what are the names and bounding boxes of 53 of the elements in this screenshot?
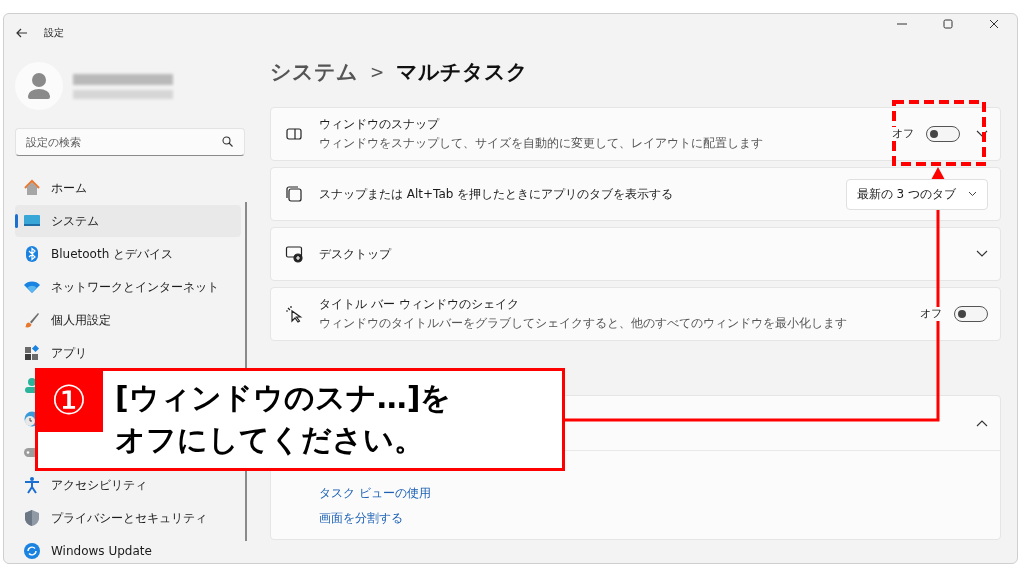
setting-title: タイトル バー ウィンドウのシェイク bbox=[319, 296, 520, 313]
cursor-shake-icon bbox=[285, 305, 303, 323]
setting-title: スナップまたは Alt+Tab を押したときにアプリのタブを表示する bbox=[319, 185, 675, 203]
instruction-text: [ウィンドウのスナ…]を オフにしてください。 bbox=[114, 379, 452, 459]
step-number: ① bbox=[35, 368, 103, 432]
setting-card[interactable]: タイトル バー ウィンドウのシェイク ウィンドウのタイトルバーをグラブしてシェイクすると、他のすべてのウィンドウを最小化します オフ bbox=[270, 287, 1001, 341]
toggle-state-label: オフ bbox=[918, 307, 944, 321]
setting-description: ウィンドウのタイトルバーをグラブしてシェイクすると、他のすべてのウィンドウを最小化します bbox=[319, 315, 848, 332]
dropdown[interactable]: 最新の 3 つのタブ bbox=[845, 178, 988, 210]
setting-card[interactable]: ウィンドウのスナップ ウィンドウをスナップして、サイズを自動的に変更して、レイアウトに配置します オフ bbox=[270, 107, 1001, 161]
toggle-switch[interactable] bbox=[926, 126, 960, 142]
nav-item[interactable]: Windows Update bbox=[15, 535, 241, 567]
search-field[interactable]: 設定の検索 bbox=[15, 128, 245, 156]
nav-item[interactable]: プライバシーとセキュリティ bbox=[15, 502, 241, 534]
nav-item[interactable]: ネットワークとインターネット bbox=[15, 271, 241, 303]
search-icon bbox=[222, 136, 233, 147]
nav-item[interactable]: システム bbox=[15, 205, 241, 237]
accessibility-icon bbox=[23, 476, 41, 494]
bluetooth-icon bbox=[23, 245, 41, 263]
maximize-icon[interactable] bbox=[943, 19, 953, 29]
sync-icon bbox=[23, 542, 41, 560]
avatar-icon bbox=[15, 62, 63, 110]
setting-card[interactable]: スナップまたは Alt+Tab を押したときにアプリのタブを表示する 最新の 3 つのタブ bbox=[270, 167, 1001, 221]
setting-card[interactable]: デスクトップ bbox=[270, 227, 1001, 281]
brush-icon bbox=[23, 311, 41, 329]
apps-icon bbox=[23, 344, 41, 362]
nav-item[interactable]: 個人用設定 bbox=[15, 304, 241, 336]
nav-item[interactable]: アプリ bbox=[15, 337, 241, 369]
snap-layout-icon bbox=[285, 125, 303, 143]
shield-icon bbox=[23, 509, 41, 527]
window-title: 設定 bbox=[44, 26, 64, 40]
stacked-windows-icon bbox=[285, 185, 303, 203]
chevron-down-icon[interactable] bbox=[976, 250, 988, 258]
nav-item[interactable]: Bluetooth とデバイス bbox=[15, 238, 241, 270]
chevron-up-icon[interactable] bbox=[976, 419, 988, 427]
chevron-down-icon bbox=[968, 191, 977, 197]
breadcrumb-separator: > bbox=[370, 62, 385, 82]
desktop-add-icon bbox=[285, 245, 303, 263]
chevron-down-icon[interactable] bbox=[976, 130, 988, 138]
house-icon bbox=[23, 179, 41, 197]
page-title: マルチタスク bbox=[396, 59, 529, 86]
close-icon[interactable] bbox=[989, 19, 999, 29]
toggle-switch[interactable] bbox=[954, 306, 988, 322]
setting-title: ウィンドウのスナップ bbox=[319, 116, 441, 133]
setting-description: ウィンドウをスナップして、サイズを自動的に変更して、レイアウトに配置します bbox=[319, 135, 764, 152]
breadcrumb-parent[interactable]: システム bbox=[270, 58, 358, 86]
help-link[interactable]: タスク ビューの使用 bbox=[319, 485, 431, 502]
nav-item[interactable]: ホーム bbox=[15, 172, 241, 204]
help-link[interactable]: 画面を分割する bbox=[319, 510, 403, 527]
nav-item[interactable]: アクセシビリティ bbox=[15, 469, 241, 501]
back-icon[interactable] bbox=[16, 28, 28, 38]
setting-title: デスクトップ bbox=[319, 245, 393, 263]
toggle-state-label: オフ bbox=[890, 127, 916, 141]
